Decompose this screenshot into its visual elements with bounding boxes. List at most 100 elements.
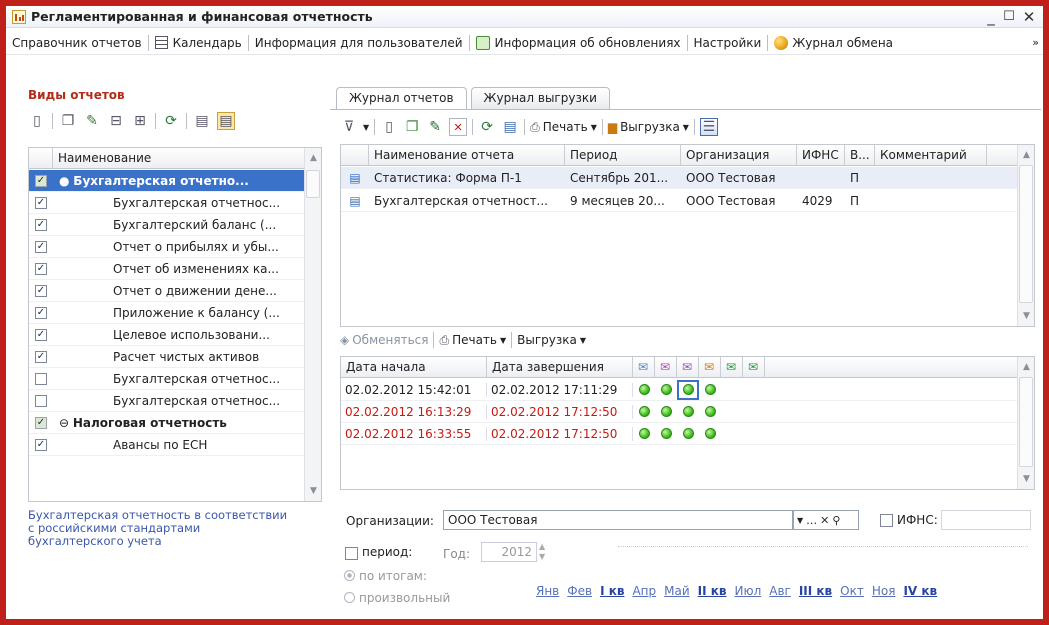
tree-row[interactable]: ⊖ Налоговая отчетность (29, 412, 305, 434)
collapse-icon[interactable]: ● (59, 174, 73, 188)
scroll-thumb[interactable] (306, 170, 320, 198)
tree-row[interactable]: Отчет о прибылях и убы... (29, 236, 305, 258)
row-checkbox[interactable] (35, 394, 47, 407)
scroll-up-arrow[interactable]: ▲ (1018, 359, 1035, 375)
col-v[interactable]: В... (845, 145, 875, 165)
scroll-down-arrow[interactable]: ▼ (305, 483, 322, 499)
report-icon[interactable]: ▤ (193, 112, 211, 130)
list-mode-icon[interactable]: ▤ (217, 112, 235, 130)
tree-row[interactable]: Бухгалтерская отчетнос... (29, 368, 305, 390)
exchange-row[interactable]: 02.02.2012 16:13:29 02.02.2012 17:12:50 (341, 401, 1017, 423)
tree-row[interactable]: Приложение к балансу (... (29, 302, 305, 324)
menu-more-button[interactable]: » (1028, 31, 1043, 55)
row-checkbox[interactable] (35, 240, 47, 253)
col-end-date[interactable]: Дата завершения (487, 357, 633, 377)
month-link[interactable]: Апр (632, 584, 656, 598)
menu-updates-info[interactable]: Информация об обновлениях (470, 31, 687, 55)
row-checkbox[interactable] (35, 174, 47, 187)
col-comment[interactable]: Комментарий (875, 145, 987, 165)
col-period[interactable]: Период (565, 145, 681, 165)
ifns-checkbox[interactable] (880, 514, 893, 527)
copy-report-icon[interactable]: ❐ (403, 118, 421, 136)
delete-icon[interactable]: ✕ (449, 118, 468, 136)
quarter-link[interactable]: III кв (799, 584, 832, 598)
tab-reports-journal[interactable]: Журнал отчетов (336, 87, 467, 110)
dropdown-icon[interactable]: ▼ (797, 516, 803, 525)
row-checkbox[interactable] (35, 262, 47, 275)
row-checkbox[interactable] (35, 372, 47, 385)
menu-user-info[interactable]: Информация для пользователей (249, 31, 469, 55)
tree-row[interactable]: Отчет об изменениях ка... (29, 258, 305, 280)
organization-field[interactable]: ООО Тестовая (443, 510, 793, 530)
new-item-icon[interactable]: ▯ (28, 112, 46, 130)
month-link[interactable]: Окт (840, 584, 864, 598)
clear-icon[interactable]: ✕ (820, 514, 829, 527)
col-start-date[interactable]: Дата начала (341, 357, 487, 377)
print-button[interactable]: ⎙ Печать ▼ (530, 120, 597, 135)
col-organization[interactable]: Организация (681, 145, 797, 165)
ifns-field[interactable] (941, 510, 1031, 530)
exchange-print-button[interactable]: ⎙ Печать ▼ (439, 333, 506, 348)
tree-row[interactable]: Целевое использовани... (29, 324, 305, 346)
menu-settings[interactable]: Настройки (688, 31, 768, 55)
scroll-up-arrow[interactable]: ▲ (305, 150, 322, 166)
month-link[interactable]: Авг (769, 584, 791, 598)
refresh-icon[interactable]: ⟳ (162, 112, 180, 130)
filter-icon[interactable]: ⊽ (340, 118, 358, 136)
quarter-link[interactable]: I кв (600, 584, 624, 598)
tree-row[interactable]: Расчет чистых активов (29, 346, 305, 368)
row-checkbox[interactable] (35, 438, 47, 451)
row-checkbox[interactable] (35, 416, 47, 429)
search-icon[interactable]: ⚲ (832, 514, 840, 527)
month-link[interactable]: Май (664, 584, 690, 598)
scroll-down-arrow[interactable]: ▼ (1018, 308, 1035, 324)
col-ifns[interactable]: ИФНС (797, 145, 845, 165)
close-button[interactable]: ✕ (1019, 7, 1039, 27)
tree-row[interactable]: Бухгалтерский баланс (... (29, 214, 305, 236)
month-link[interactable]: Янв (536, 584, 559, 598)
tree-structure-icon[interactable]: ⊟ (107, 112, 125, 130)
minimize-button[interactable]: _ (981, 7, 1001, 27)
edit-icon[interactable]: ✎ (83, 112, 101, 130)
menu-calendar[interactable]: Календарь (149, 31, 248, 55)
journal-scrollbar[interactable]: ▲ ▼ (1017, 145, 1034, 326)
new-report-icon[interactable]: ▯ (380, 118, 398, 136)
column-name-header[interactable]: Наименование (53, 148, 305, 168)
exchange-button[interactable]: ◈ Обменяться (340, 333, 428, 347)
scroll-up-arrow[interactable]: ▲ (1018, 147, 1035, 163)
menu-reports-catalog[interactable]: Справочник отчетов (6, 31, 148, 55)
month-link[interactable]: Ноя (872, 584, 896, 598)
exchange-row[interactable]: 02.02.2012 16:33:55 02.02.2012 17:12:50 (341, 423, 1017, 445)
scroll-thumb[interactable] (1019, 377, 1033, 467)
document-icon[interactable]: ▤ (501, 118, 519, 136)
tree-row[interactable]: Бухгалтерская отчетнос... (29, 390, 305, 412)
year-field[interactable]: 2012 (481, 542, 537, 562)
tab-export-journal[interactable]: Журнал выгрузки (470, 87, 610, 109)
radio-total[interactable]: по итогам: (344, 569, 427, 583)
tree-scrollbar[interactable]: ▲ ▼ (304, 148, 321, 501)
tree-row[interactable]: Авансы по ЕСН (29, 434, 305, 456)
tree-row[interactable]: Бухгалтерская отчетнос... (29, 192, 305, 214)
quarter-link[interactable]: II кв (698, 584, 727, 598)
group-icon[interactable]: ⊞ (131, 112, 149, 130)
col-report-name[interactable]: Наименование отчета (369, 145, 565, 165)
menu-exchange-log[interactable]: Журнал обмена (768, 31, 899, 55)
collapse-icon[interactable]: ⊖ (59, 416, 73, 430)
quarter-link[interactable]: IV кв (903, 584, 937, 598)
period-checkbox[interactable] (345, 547, 358, 560)
exchange-scrollbar[interactable]: ▲ ▼ (1017, 357, 1034, 489)
radio-custom[interactable]: произвольный (344, 591, 450, 605)
exchange-export-button[interactable]: Выгрузка ▼ (517, 333, 586, 347)
exchange-row[interactable]: 02.02.2012 15:42:01 02.02.2012 17:11:29 (341, 379, 1017, 401)
edit-report-icon[interactable]: ✎ (426, 118, 444, 136)
row-checkbox[interactable] (35, 350, 47, 363)
refresh-journal-icon[interactable]: ⟳ (478, 118, 496, 136)
row-checkbox[interactable] (35, 328, 47, 341)
row-checkbox[interactable] (35, 306, 47, 319)
tree-row[interactable]: Отчет о движении дене... (29, 280, 305, 302)
month-link[interactable]: Июл (735, 584, 762, 598)
row-checkbox[interactable] (35, 196, 47, 209)
maximize-button[interactable]: ☐ (999, 7, 1019, 27)
tree-row[interactable]: ● Бухгалтерская отчетно... (29, 170, 305, 192)
scroll-thumb[interactable] (1019, 165, 1033, 303)
